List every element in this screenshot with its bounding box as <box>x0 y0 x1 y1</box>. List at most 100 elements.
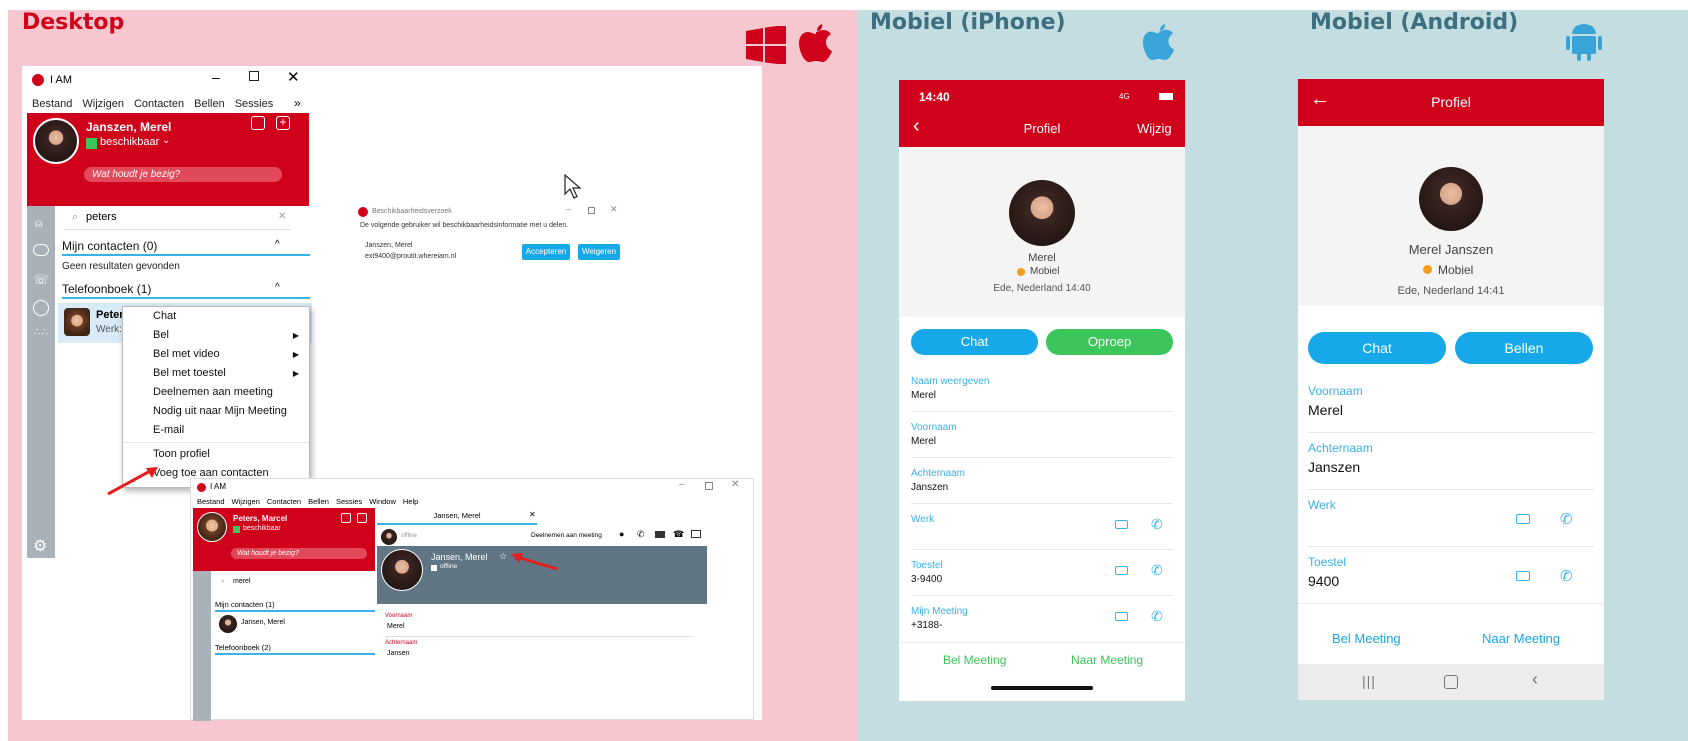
avatar[interactable] <box>33 118 79 164</box>
video-call-icon[interactable] <box>1516 571 1530 581</box>
join-meeting-button[interactable]: Deelnemen aan meeting <box>531 532 602 539</box>
dialog-close-button[interactable]: ✕ <box>610 204 618 215</box>
decline-button[interactable]: Weigeren <box>578 244 620 260</box>
menu-help[interactable]: Help <box>403 497 418 506</box>
phonebook-header[interactable]: Telefoonboek (1) <box>62 282 151 296</box>
menu-more-icon[interactable]: » <box>294 96 301 110</box>
back-nav-icon[interactable]: ‹ <box>1532 669 1538 690</box>
collapse-icon[interactable]: ^ <box>275 282 280 293</box>
menu-sessies[interactable]: Sessies <box>336 497 362 506</box>
video-icon[interactable] <box>655 531 665 538</box>
menu-bestand[interactable]: Bestand <box>197 497 225 506</box>
settings-gear-icon[interactable]: ⚙ <box>33 536 47 556</box>
menu-sessies[interactable]: Sessies <box>235 98 274 110</box>
menu-contacten[interactable]: Contacten <box>134 98 184 110</box>
menu-item-email[interactable]: E-mail <box>123 421 309 440</box>
menu-wijzigen[interactable]: Wijzigen <box>82 98 124 110</box>
menu-window[interactable]: Window <box>369 497 396 506</box>
tab-close-icon[interactable]: ✕ <box>529 510 536 519</box>
phone-icon[interactable]: ✆ <box>1151 562 1163 579</box>
bel-meeting-button[interactable]: Bel Meeting <box>1332 631 1401 646</box>
status-message-input[interactable]: Wat houdt je bezig? <box>84 167 282 182</box>
phone-icon[interactable]: ✆ <box>637 529 645 540</box>
phone-icon[interactable]: ✆ <box>1151 608 1163 625</box>
status-dropdown[interactable]: beschikbaar <box>243 525 281 532</box>
home-icon[interactable] <box>1444 675 1458 689</box>
maximize-button[interactable] <box>705 482 713 490</box>
globe-icon[interactable] <box>33 300 49 316</box>
phone-icon[interactable]: ✆ <box>1151 516 1163 533</box>
search-input[interactable]: merel <box>233 578 251 585</box>
dialog-maximize-button[interactable] <box>588 207 595 214</box>
home-indicator[interactable] <box>991 686 1093 690</box>
close-button[interactable]: ✕ <box>731 479 739 490</box>
profile-name: Janszen, Merel <box>86 120 172 134</box>
contacts-icon[interactable]: ⍝ <box>35 216 42 231</box>
status-message-input[interactable]: Wat houdt je bezig? <box>231 548 367 559</box>
android-title: Mobiel (Android) <box>1310 10 1519 35</box>
maximize-button[interactable] <box>249 71 259 81</box>
star-icon[interactable]: ☆ <box>499 551 507 562</box>
minimize-button[interactable]: – <box>212 69 220 85</box>
tab-jansen-merel[interactable]: Jansen, Merel <box>377 508 537 525</box>
video-call-icon[interactable] <box>1115 566 1128 575</box>
desk-phone-icon[interactable]: ☎ <box>673 529 684 540</box>
avatar[interactable] <box>197 512 227 542</box>
screen-share-icon[interactable] <box>691 530 701 538</box>
menu-wijzigen[interactable]: Wijzigen <box>232 497 260 506</box>
call-button[interactable]: Oproep <box>1046 329 1173 355</box>
status-dropdown[interactable]: beschikbaar <box>100 136 159 148</box>
avatar <box>219 615 237 633</box>
chat-icon[interactable]: ● <box>619 529 624 539</box>
android-logo-icon <box>1566 24 1602 62</box>
video-call-icon[interactable] <box>1516 514 1530 524</box>
video-call-icon[interactable] <box>1115 612 1128 621</box>
dialpad-icon[interactable] <box>341 513 351 523</box>
menu-bestand[interactable]: Bestand <box>32 98 72 110</box>
menu-item-deelnemen[interactable]: Deelnemen aan meeting <box>123 383 309 402</box>
edit-button[interactable]: Wijzig <box>1137 121 1172 136</box>
chat-button[interactable]: Chat <box>911 329 1038 355</box>
minimize-button[interactable]: – <box>679 479 685 490</box>
search-input[interactable]: peters <box>86 211 117 223</box>
menu-item-chat[interactable]: Chat <box>123 307 309 326</box>
bel-meeting-button[interactable]: Bel Meeting <box>943 653 1006 667</box>
section-underline <box>215 653 375 655</box>
call-button[interactable]: Bellen <box>1455 332 1593 364</box>
my-contacts-header[interactable]: Mijn contacten (0) <box>62 239 157 253</box>
red-arrow-annotation <box>104 464 164 498</box>
phone-icon[interactable]: ✆ <box>1560 510 1573 528</box>
chat-button[interactable]: Chat <box>1308 332 1446 364</box>
menu-item-nodig-uit[interactable]: Nodig uit naar Mijn Meeting <box>123 402 309 421</box>
my-contacts-header[interactable]: Mijn contacten (1) <box>215 600 275 609</box>
naar-meeting-button[interactable]: Naar Meeting <box>1482 631 1560 646</box>
dialpad-grid-icon[interactable]: ∴∴ <box>34 328 49 338</box>
menu-item-bel-met-video[interactable]: Bel met video ▶ <box>123 345 309 364</box>
accept-button[interactable]: Accepteren <box>522 244 570 260</box>
menu-bellen[interactable]: Bellen <box>194 98 225 110</box>
menu-item-bel-met-toestel[interactable]: Bel met toestel ▶ <box>123 364 309 383</box>
chat-icon[interactable] <box>33 244 49 256</box>
phone-icon[interactable]: ✆ <box>1560 567 1573 585</box>
search-box[interactable]: ⌕ peters ✕ <box>64 206 290 230</box>
desktop-title: Desktop <box>22 10 125 35</box>
menu-item-bel[interactable]: Bel ▶ <box>123 326 309 345</box>
collapse-icon[interactable]: ^ <box>275 239 280 250</box>
add-icon[interactable]: + <box>276 116 290 130</box>
menu-bellen[interactable]: Bellen <box>308 497 329 506</box>
status-text: Mobiel <box>1438 263 1474 277</box>
video-call-icon[interactable] <box>1115 520 1128 529</box>
naar-meeting-button[interactable]: Naar Meeting <box>1071 653 1143 667</box>
clear-search-icon[interactable]: ✕ <box>278 211 286 222</box>
call-history-icon[interactable]: ☏ <box>33 272 49 288</box>
dialog-minimize-button[interactable]: – <box>566 204 571 214</box>
contact-name[interactable]: Jansen, Merel <box>241 619 285 626</box>
menu-item-toon-profiel[interactable]: Toon profiel <box>123 445 309 464</box>
close-button[interactable]: ✕ <box>287 68 300 86</box>
phonebook-header[interactable]: Telefoonboek (2) <box>215 643 271 652</box>
dialpad-icon[interactable] <box>251 116 265 130</box>
recent-apps-icon[interactable]: ||| <box>1362 673 1376 689</box>
add-icon[interactable] <box>357 513 367 523</box>
chevron-down-icon[interactable]: ⌄ <box>162 135 170 146</box>
menu-contacten[interactable]: Contacten <box>267 497 301 506</box>
